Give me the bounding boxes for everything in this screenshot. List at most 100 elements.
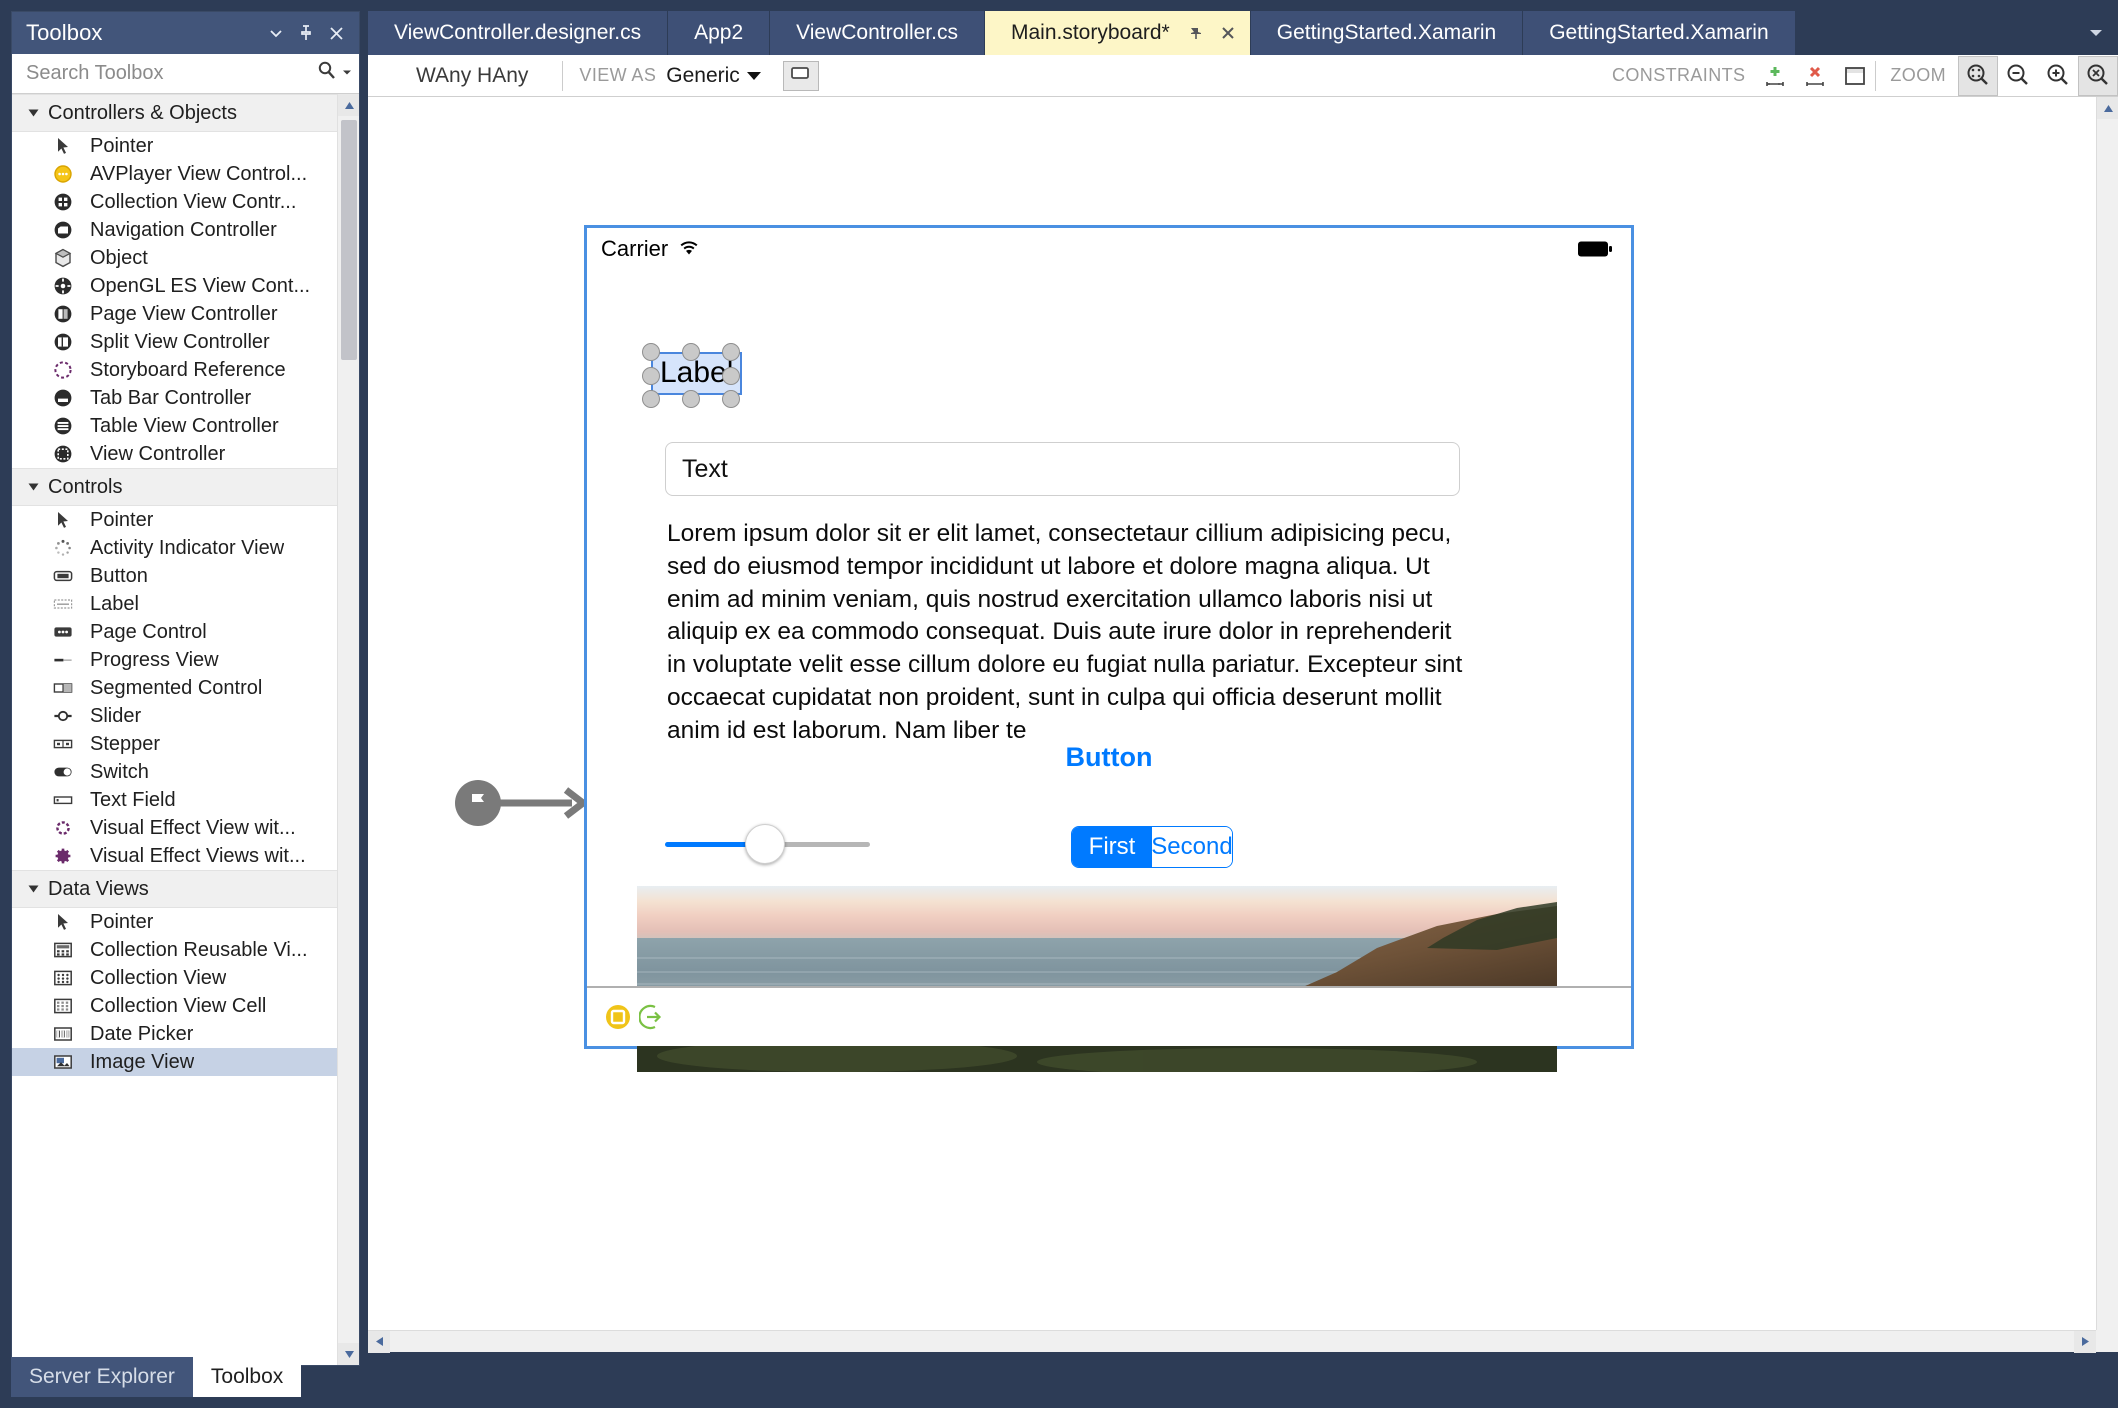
view-controller-dock-icon[interactable] xyxy=(605,1004,631,1030)
storyboard-canvas[interactable]: Carrier Label Text Lorem ipsum dolor sit… xyxy=(368,97,2096,1352)
chevron-down-icon[interactable] xyxy=(341,65,353,83)
toolbox-item-label: Page View Controller xyxy=(90,302,278,325)
toolbox-item[interactable]: Page Control xyxy=(12,618,337,646)
toolbox-item[interactable]: Visual Effect Views wit... xyxy=(12,842,337,870)
toolbox-item[interactable]: Activity Indicator View xyxy=(12,534,337,562)
toolbox-item[interactable]: Object xyxy=(12,244,337,272)
resize-handle-ne[interactable] xyxy=(722,343,740,361)
toolbox-item[interactable]: View Controller xyxy=(12,440,337,468)
toolbox-item[interactable]: Date Picker xyxy=(12,1020,337,1048)
toolbox-item[interactable]: Storyboard Reference xyxy=(12,356,337,384)
document-tab[interactable]: ViewController.designer.cs xyxy=(368,11,669,55)
resize-handle-sw[interactable] xyxy=(642,390,660,408)
ios-button[interactable]: Button xyxy=(587,742,1631,773)
canvas-vertical-scrollbar[interactable] xyxy=(2096,97,2118,1352)
toolbox-group-data-views[interactable]: Data Views xyxy=(12,870,337,908)
label-selection-group[interactable]: Label xyxy=(639,340,743,408)
segment-second[interactable]: Second xyxy=(1151,827,1232,867)
close-icon[interactable] xyxy=(321,18,351,48)
zoom-reset-icon[interactable] xyxy=(2078,55,2118,96)
resize-handle-w[interactable] xyxy=(642,367,660,385)
zoom-fit-icon[interactable] xyxy=(1958,55,1998,96)
resize-handle-se[interactable] xyxy=(722,390,740,408)
segmented-control-icon xyxy=(50,677,76,699)
document-tab-label: GettingStarted.Xamarin xyxy=(1276,21,1497,44)
zoom-out-icon[interactable] xyxy=(1998,56,2038,96)
ios-text-field[interactable]: Text xyxy=(665,442,1460,496)
toolbox-item[interactable]: Switch xyxy=(12,758,337,786)
toolbox-item[interactable]: Slider xyxy=(12,702,337,730)
toolbox-item[interactable]: Segmented Control xyxy=(12,674,337,702)
document-tab[interactable]: Main.storyboard* xyxy=(984,11,1251,55)
device-preview-button[interactable] xyxy=(782,60,819,91)
toolbox-item-label: Table View Controller xyxy=(90,414,279,437)
scroll-down-arrow[interactable] xyxy=(338,1343,359,1365)
toolbox-item[interactable]: AVPlayer View Control... xyxy=(12,160,337,188)
toolbox-item[interactable]: Label xyxy=(12,590,337,618)
toolbox-group-controllers-objects[interactable]: Controllers & Objects xyxy=(12,94,337,132)
carrier-label: Carrier xyxy=(601,236,669,261)
resize-handle-s[interactable] xyxy=(682,390,700,408)
toolbox-item[interactable]: Navigation Controller xyxy=(12,216,337,244)
toolbox-item[interactable]: Pointer xyxy=(12,132,337,160)
toolbox-item[interactable]: OpenGL ES View Cont... xyxy=(12,272,337,300)
toolbox-item[interactable]: Button xyxy=(12,562,337,590)
toolbox-item[interactable]: Stepper xyxy=(12,730,337,758)
toolbox-item[interactable]: Text Field xyxy=(12,786,337,814)
segment-first[interactable]: First xyxy=(1072,827,1152,867)
toolbox-group-label: Controllers & Objects xyxy=(48,101,237,124)
view-as-dropdown[interactable]: Generic xyxy=(666,64,761,88)
toolbox-item[interactable]: Collection View Cell xyxy=(12,992,337,1020)
pin-icon[interactable] xyxy=(291,18,321,48)
ios-segmented-control[interactable]: First Second xyxy=(1071,826,1233,868)
toolbox-item[interactable]: Tab Bar Controller xyxy=(12,384,337,412)
toolbox-item[interactable]: Visual Effect View wit... xyxy=(12,814,337,842)
toolbox-item[interactable]: Split View Controller xyxy=(12,328,337,356)
add-constraint-icon[interactable] xyxy=(1755,56,1795,96)
toolbox-item[interactable]: Collection View xyxy=(12,964,337,992)
scroll-up-arrow[interactable] xyxy=(338,94,359,116)
document-tab[interactable]: App2 xyxy=(668,11,771,55)
ios-slider[interactable] xyxy=(665,824,870,864)
frame-constraint-icon[interactable] xyxy=(1835,56,1875,96)
ios-view-body[interactable]: Label Text Lorem ipsum dolor sit er elit… xyxy=(587,270,1631,1072)
toolbox-item[interactable]: Pointer xyxy=(12,506,337,534)
document-tab[interactable]: ViewController.cs xyxy=(770,11,985,55)
size-class-selector[interactable]: WAny HAny xyxy=(368,55,562,96)
remove-constraint-icon[interactable] xyxy=(1795,56,1835,96)
panel-tab-toolbox[interactable]: Toolbox xyxy=(192,1357,302,1397)
scrollbar-thumb[interactable] xyxy=(341,120,357,360)
toolbox-list[interactable]: Controllers & Objects Pointer AVPlayer Vie… xyxy=(12,94,337,1365)
pin-icon[interactable] xyxy=(1184,21,1208,45)
panel-tab-server-explorer[interactable]: Server Explorer xyxy=(11,1357,193,1397)
toolbox-item[interactable]: Table View Controller xyxy=(12,412,337,440)
close-icon[interactable] xyxy=(1216,21,1240,45)
ios-text-view[interactable]: Lorem ipsum dolor sit er elit lamet, con… xyxy=(667,518,1467,748)
toolbox-item[interactable]: Collection Reusable Vi... xyxy=(12,936,337,964)
resize-handle-nw[interactable] xyxy=(642,343,660,361)
toolbox-group-controls[interactable]: Controls xyxy=(12,468,337,506)
scroll-left-arrow[interactable] xyxy=(368,1330,390,1353)
resize-handle-n[interactable] xyxy=(682,343,700,361)
document-tab[interactable]: GettingStarted.Xamarin xyxy=(1523,11,1796,55)
canvas-horizontal-scrollbar[interactable] xyxy=(368,1330,2096,1353)
exit-dock-icon[interactable] xyxy=(638,1004,665,1030)
zoom-in-icon[interactable] xyxy=(2038,56,2078,96)
toolbox-item[interactable]: Page View Controller xyxy=(12,300,337,328)
search-input[interactable] xyxy=(26,62,316,85)
toolbox-item[interactable]: Progress View xyxy=(12,646,337,674)
resize-handle-e[interactable] xyxy=(722,367,740,385)
scroll-up-arrow[interactable] xyxy=(2097,97,2118,119)
toolbox-item[interactable]: Pointer xyxy=(12,908,337,936)
ios-device-frame[interactable]: Carrier Label Text Lorem ipsum dolor sit… xyxy=(584,225,1634,1072)
toolbox-list-area: Controllers & Objects Pointer AVPlayer Vie… xyxy=(12,94,359,1365)
toolbox-scrollbar[interactable] xyxy=(337,94,359,1365)
scroll-right-arrow[interactable] xyxy=(2074,1330,2096,1353)
toolbox-item[interactable]: Collection View Contr... xyxy=(12,188,337,216)
chevron-down-icon[interactable] xyxy=(261,18,291,48)
chevron-down-icon[interactable] xyxy=(2074,11,2118,55)
slider-knob[interactable] xyxy=(745,824,785,864)
toolbox-item[interactable]: Image View xyxy=(12,1048,337,1076)
document-tab[interactable]: GettingStarted.Xamarin xyxy=(1250,11,1524,55)
search-icon[interactable] xyxy=(316,60,338,87)
